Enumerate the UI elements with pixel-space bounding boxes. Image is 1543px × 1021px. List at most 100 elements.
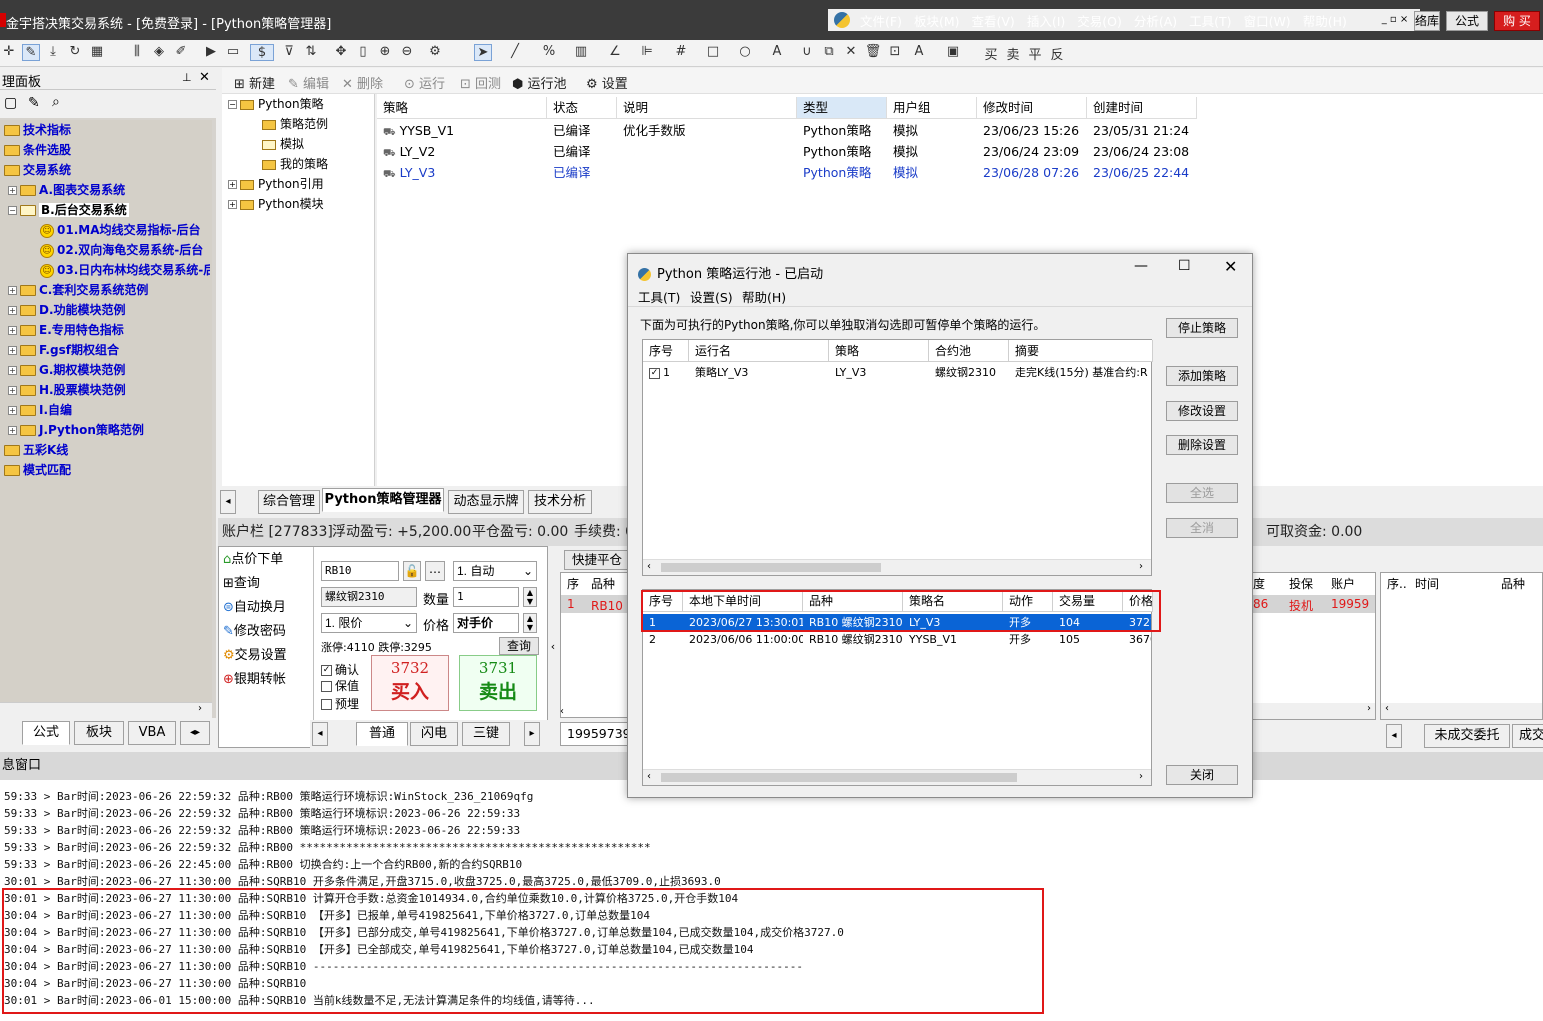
close-icon[interactable]: ✕	[199, 70, 210, 85]
quantity-input[interactable]: 1	[453, 587, 519, 607]
tab-vba[interactable]: VBA	[128, 721, 176, 745]
tree-item[interactable]: 模式匹配	[4, 460, 71, 480]
scrollbar[interactable]: ›	[1249, 703, 1375, 719]
col-type[interactable]: 类型	[797, 97, 887, 119]
sell-button[interactable]: 3731 卖出	[459, 655, 537, 711]
tree-hscroll[interactable]: ›	[0, 702, 212, 718]
symbol-input[interactable]: RB10	[321, 561, 399, 581]
tree-item[interactable]: + C.套利交易系统范例	[8, 280, 148, 300]
tree-item[interactable]: + J.Python策略范例	[8, 420, 144, 440]
close-position-icon[interactable]: 平	[1026, 44, 1044, 63]
add-strategy-button[interactable]: 添加策略	[1166, 366, 1238, 386]
move-icon[interactable]: ✥	[332, 44, 350, 59]
sort-icon[interactable]: ⇅	[302, 44, 320, 59]
lock-icon[interactable]: ⊡	[886, 44, 904, 59]
tree-item[interactable]: + H.股票模块范例	[8, 380, 126, 400]
ruler-icon[interactable]: ▯	[354, 44, 372, 59]
tree-item[interactable]: + F.gsf期权组合	[8, 340, 119, 360]
deselect-all-button[interactable]: 全消	[1166, 518, 1238, 538]
run-pool-button[interactable]: ⬢ 运行池	[512, 73, 567, 92]
tree-item[interactable]: ☺03.日内布林均线交易系统-后台	[40, 260, 210, 280]
line-icon[interactable]: ╱	[506, 44, 524, 59]
menu-help[interactable]: 帮助(H)	[1303, 11, 1347, 30]
pin-icon[interactable]: ⊥	[182, 71, 192, 84]
filter-icon[interactable]: ⊽	[280, 44, 298, 59]
tab-filled[interactable]: 成交	[1512, 724, 1543, 748]
menu-query[interactable]: ⊞查询	[223, 573, 260, 595]
tree-python-strategy[interactable]: − Python策略	[228, 94, 324, 114]
table-row[interactable]: 1 RB10 螺	[561, 595, 639, 613]
col-contract-pool[interactable]: 合约池	[929, 340, 1009, 362]
dialog-menu-help[interactable]: 帮助(H)	[742, 287, 786, 306]
menu-trade-settings[interactable]: ⚙交易设置	[223, 645, 287, 667]
gear-icon[interactable]: ⚙	[426, 44, 444, 59]
select-all-button[interactable]: 全选	[1166, 483, 1238, 503]
play-icon[interactable]: ▶	[202, 44, 220, 59]
col-group[interactable]: 用户组	[887, 97, 977, 119]
col-strategy[interactable]: 策略	[829, 340, 929, 362]
diamond-icon[interactable]: ◈	[150, 44, 168, 59]
mdi-controls[interactable]: _ ▫ ×	[1370, 9, 1420, 31]
magnet-icon[interactable]: ∪	[798, 44, 816, 59]
edit-file-icon[interactable]: ✎	[28, 95, 40, 111]
settings-button[interactable]: ⚙ 设置	[586, 73, 628, 92]
reverse-icon[interactable]: 反	[1048, 44, 1066, 63]
delete-settings-button[interactable]: 删除设置	[1166, 435, 1238, 455]
menu-block[interactable]: 板块(M)	[914, 11, 960, 30]
menu-click-order[interactable]: ⌂点价下单	[223, 549, 283, 571]
menu-view[interactable]: 查看(V)	[972, 11, 1015, 30]
tree-simulate[interactable]: 模拟	[262, 134, 304, 154]
preset-checkbox[interactable]: 预埋	[321, 693, 359, 715]
layout-icon[interactable]: ▦	[88, 44, 106, 59]
backtest-button[interactable]: ⊡ 回测	[460, 73, 501, 92]
minimize-icon[interactable]: —	[1134, 258, 1148, 274]
auto-mode-select[interactable]: 1. 自动 ⌄	[453, 561, 537, 581]
more-button[interactable]: …	[425, 561, 445, 581]
stop-strategy-button[interactable]: 停止策略	[1166, 318, 1238, 338]
formula-button[interactable]: 公式	[1446, 11, 1488, 31]
col-modified[interactable]: 修改时间	[977, 97, 1087, 119]
menu-trade[interactable]: 交易(O)	[1077, 11, 1122, 30]
trash-icon[interactable]: 🗑	[864, 44, 882, 59]
new-button[interactable]: ⊞ 新建	[234, 73, 275, 92]
tab-dynamic[interactable]: 动态显示牌	[448, 490, 524, 514]
col-strategy[interactable]: 策略	[377, 97, 547, 119]
pointer-icon[interactable]: ➤	[474, 44, 492, 61]
refresh-icon[interactable]: ↻	[66, 44, 84, 59]
tree-item[interactable]: − B.后台交易系统	[8, 200, 129, 220]
bars-icon[interactable]: ⊫	[638, 44, 656, 59]
tab-lightning[interactable]: 闪电	[410, 722, 458, 746]
tab-scroll[interactable]: ◂▸	[180, 721, 210, 745]
scrollbar[interactable]: ‹ ›	[643, 769, 1151, 785]
query-button[interactable]: 查询	[499, 637, 539, 655]
tree-my-strategy[interactable]: 我的策略	[262, 154, 328, 174]
tree-item[interactable]: ☺ 02.双向海龟交易系统-后台	[40, 240, 203, 260]
rect-icon[interactable]: □	[704, 44, 722, 59]
menu-bank-transfer[interactable]: ⊕银期转帐	[223, 669, 286, 691]
tab-pending-orders[interactable]: 未成交委托	[1424, 724, 1510, 748]
circle-icon[interactable]: ○	[736, 44, 754, 59]
col-run-name[interactable]: 运行名	[689, 340, 829, 362]
tab-tech-analysis[interactable]: 技术分析	[528, 490, 592, 514]
menu-file[interactable]: 文件(F)	[860, 11, 902, 30]
menu-analysis[interactable]: 分析(A)	[1134, 11, 1177, 30]
menu-tools[interactable]: 工具(T)	[1189, 11, 1231, 30]
zoom-in-icon[interactable]: ⊕	[376, 44, 394, 59]
percent-icon[interactable]: %	[540, 44, 558, 59]
zoom-out-icon[interactable]: ⊖	[398, 44, 416, 59]
scrollbar[interactable]: ‹	[1381, 703, 1542, 719]
run-button[interactable]: ⊙ 运行	[404, 73, 445, 92]
tab-python-manager[interactable]: Python策略管理器	[322, 488, 444, 512]
tab-scroll-right[interactable]: ▸	[524, 722, 540, 746]
kline-icon[interactable]: ⫼	[128, 44, 146, 59]
collapse-icon[interactable]: ‹	[548, 546, 558, 748]
dialog-menu-settings[interactable]: 设置(S)	[690, 287, 733, 306]
price-input[interactable]: 对手价	[453, 613, 519, 633]
lock-icon[interactable]: 🔓	[403, 561, 421, 581]
tab-scroll-left[interactable]: ◂	[312, 722, 328, 746]
col-desc[interactable]: 说明	[617, 97, 797, 119]
price-stepper[interactable]: ▲ ▼	[523, 613, 537, 633]
col-seq[interactable]: 序号	[643, 340, 689, 362]
scroll-right-icon[interactable]: ›	[198, 703, 202, 714]
price-type-select[interactable]: 1. 限价 ⌄	[321, 613, 417, 633]
